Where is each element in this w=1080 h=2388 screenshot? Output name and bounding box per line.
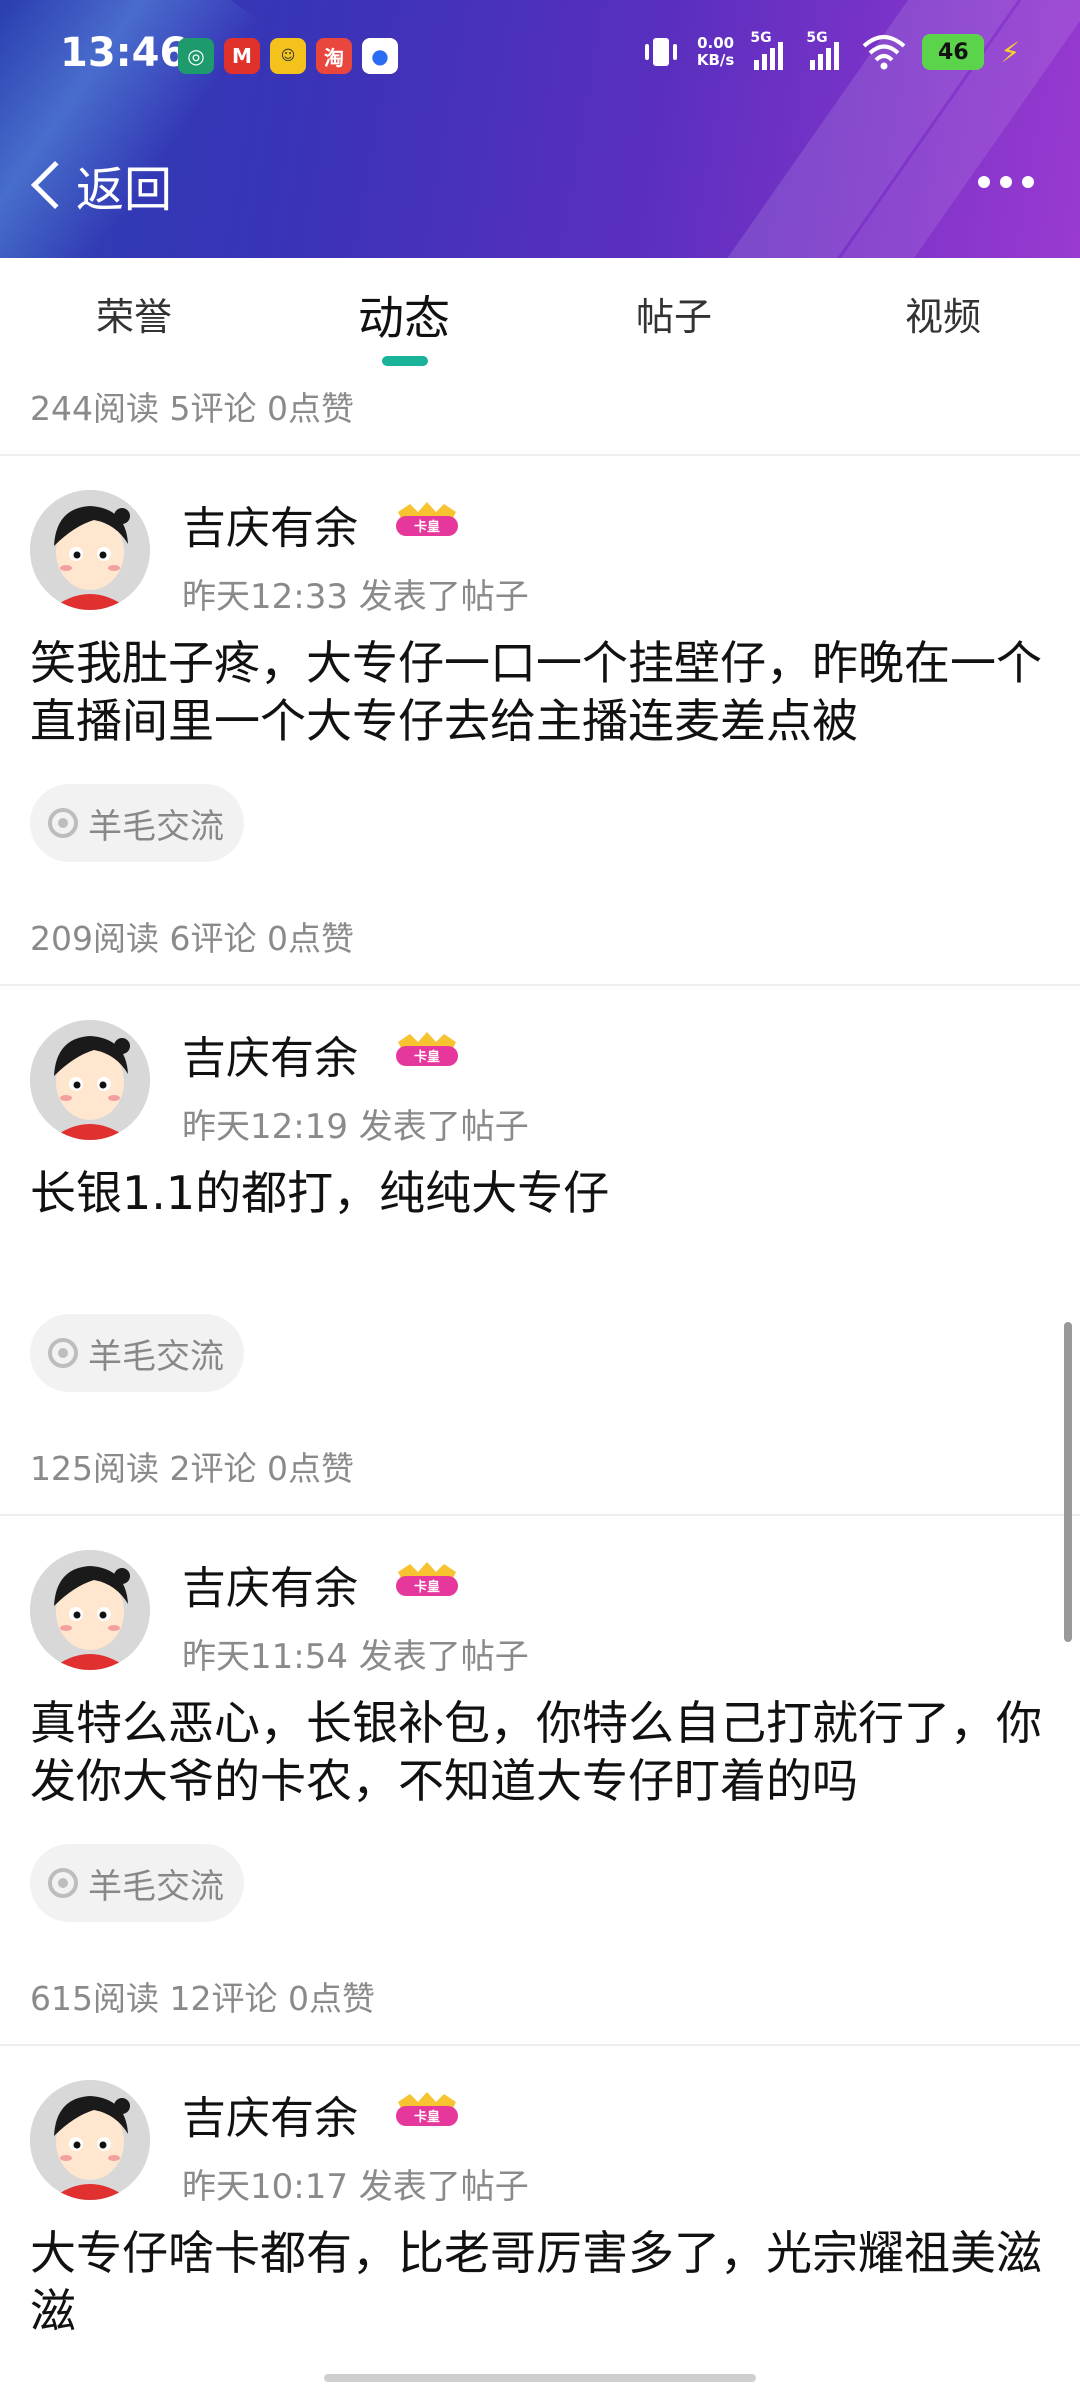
tab-bar: 荣誉 动态 帖子 视频 [0, 258, 1080, 368]
signal-icon: 5G [750, 30, 790, 70]
divider [0, 2044, 1080, 2046]
topic-tag[interactable]: 羊毛交流 [30, 1844, 244, 1922]
avatar-image [30, 1020, 150, 1140]
network-speed-value: 0.00 [697, 34, 735, 52]
post-text[interactable]: 笑我肚子疼，大专仔一口一个挂壁仔，昨晚在一个直播间里一个大专仔去给主播连麦差点被 [30, 634, 1050, 750]
avatar[interactable] [30, 1020, 150, 1140]
topic-tag-label: 羊毛交流 [88, 1866, 224, 1907]
home-indicator[interactable] [324, 2374, 756, 2382]
topic-tag[interactable]: 羊毛交流 [30, 784, 244, 862]
more-button[interactable] [978, 176, 1034, 188]
network-speed-unit: KB/s [696, 51, 735, 69]
tab-activity[interactable]: 动态 [358, 282, 450, 348]
signal-icon: 5G [806, 30, 846, 70]
post-text[interactable]: 大专仔啥卡都有，比老哥厉害多了，光宗耀祖美滋滋 [30, 2224, 1050, 2340]
status-bar: 13:46 ◎ M ☺ 淘 ● 0.00 KB/s 5G 5G 46 ⚡ [0, 0, 1080, 120]
badge-text: 卡皇 [414, 1049, 440, 1065]
bank-icon: ◎ [178, 38, 214, 74]
browser-icon: ● [362, 38, 398, 74]
wifi-icon [862, 35, 906, 70]
post-meta: 昨天10:17 发表了帖子 [182, 2167, 529, 2207]
post-meta: 昨天11:54 发表了帖子 [182, 1637, 529, 1677]
username[interactable]: 吉庆有余 [182, 1022, 358, 1086]
back-button[interactable]: 返回 [28, 150, 172, 220]
username[interactable]: 吉庆有余 [182, 2082, 358, 2146]
avatar[interactable] [30, 490, 150, 610]
metro-icon: M [224, 38, 260, 74]
post-meta: 昨天12:33 发表了帖子 [182, 577, 529, 617]
divider [0, 454, 1080, 456]
avatar[interactable] [30, 2080, 150, 2200]
post-text[interactable]: 长银1.1的都打，纯纯大专仔 [30, 1164, 1050, 1222]
divider [0, 1514, 1080, 1516]
post-text[interactable]: 真特么恶心，长银补包，你特么自己打就行了，你发你大爷的卡农，不知道大专仔盯着的吗 [30, 1694, 1050, 1810]
topic-icon [48, 1868, 78, 1898]
post-stats: 209阅读 6评论 0点赞 [30, 919, 354, 958]
topic-tag-label: 羊毛交流 [88, 806, 224, 847]
more-dots-icon [978, 176, 990, 188]
username[interactable]: 吉庆有余 [182, 1552, 358, 1616]
post-meta: 昨天12:19 发表了帖子 [182, 1107, 529, 1147]
avatar-image [30, 490, 150, 610]
battery-icon: 46 [922, 34, 985, 70]
topic-tag[interactable]: 羊毛交流 [30, 1314, 244, 1392]
avatar-image [30, 1550, 150, 1670]
avatar-image [30, 2080, 150, 2200]
nav-bar: 返回 [0, 140, 1080, 230]
badge-text: 卡皇 [414, 519, 440, 535]
battery-level: 46 [938, 39, 969, 65]
topic-tag-label: 羊毛交流 [88, 1336, 224, 1377]
status-time: 13:46 [60, 30, 188, 76]
taobao-icon: 淘 [316, 38, 352, 74]
crown-badge-icon: 卡皇 [396, 2092, 458, 2126]
chevron-left-icon [30, 160, 80, 210]
divider [0, 984, 1080, 986]
tab-posts[interactable]: 帖子 [636, 286, 712, 341]
avatar[interactable] [30, 1550, 150, 1670]
username[interactable]: 吉庆有余 [182, 492, 358, 556]
scrollbar[interactable] [1064, 1322, 1072, 1642]
post-stats: 244阅读 5评论 0点赞 [30, 389, 354, 428]
post-stats: 125阅读 2评论 0点赞 [30, 1449, 354, 1488]
topic-icon [48, 808, 78, 838]
charging-icon: ⚡ [1000, 35, 1020, 69]
notification-icons: ◎ M ☺ 淘 ● [178, 38, 398, 74]
crown-badge-icon: 卡皇 [396, 1562, 458, 1596]
vibrate-icon [644, 38, 677, 66]
network-speed: 0.00 KB/s [697, 35, 734, 69]
crown-badge-icon: 卡皇 [396, 502, 458, 536]
topic-icon [48, 1338, 78, 1368]
badge-text: 卡皇 [414, 2109, 440, 2125]
back-label: 返回 [76, 162, 173, 218]
tab-indicator [382, 356, 428, 366]
crown-badge-icon: 卡皇 [396, 1032, 458, 1066]
system-icons: 0.00 KB/s 5G 5G 46 ⚡ [641, 30, 1020, 70]
app-header: 13:46 ◎ M ☺ 淘 ● 0.00 KB/s 5G 5G 46 ⚡ 返回 [0, 0, 1080, 258]
tab-videos[interactable]: 视频 [905, 286, 981, 341]
tab-honor[interactable]: 荣誉 [96, 286, 172, 341]
post-stats: 615阅读 12评论 0点赞 [30, 1979, 375, 2018]
badge-text: 卡皇 [414, 1579, 440, 1595]
meituan-icon: ☺ [270, 38, 306, 74]
